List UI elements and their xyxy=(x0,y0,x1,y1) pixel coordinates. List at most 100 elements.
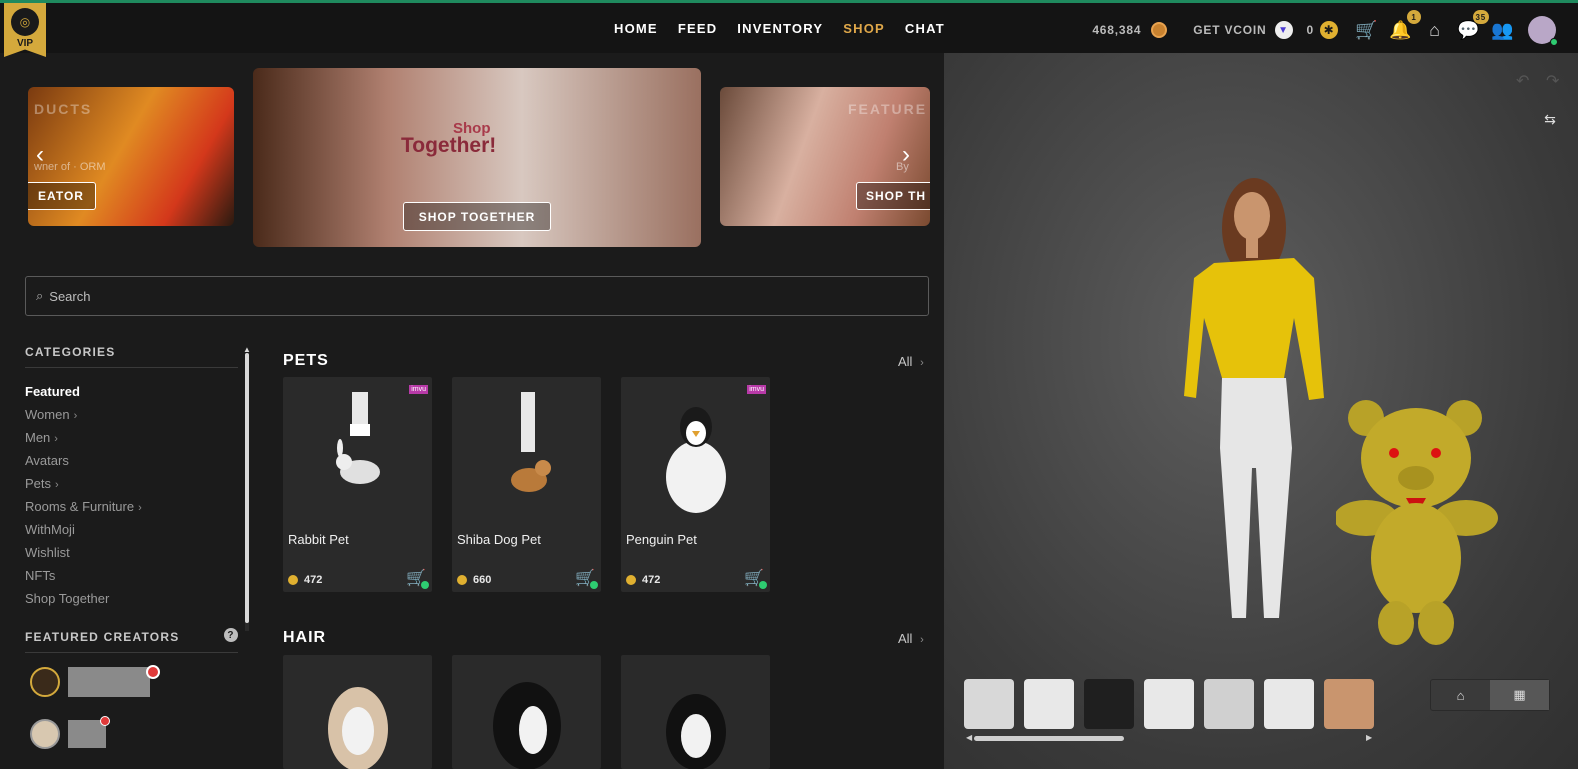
thumbs-scroll-left-icon[interactable]: ◀ xyxy=(966,733,972,742)
product-card[interactable] xyxy=(621,655,770,769)
hanger-icon[interactable]: ⌂ xyxy=(1431,680,1490,710)
worn-item-thumbnail[interactable] xyxy=(1084,679,1134,729)
banner-right[interactable]: FEATURE By SHOP TH xyxy=(720,87,930,226)
category-nfts[interactable]: NFTs xyxy=(25,564,240,587)
pets-all-link[interactable]: All › xyxy=(898,354,924,369)
undo-icon[interactable]: ↶ xyxy=(1516,71,1529,91)
banner-left-button[interactable]: EATOR xyxy=(28,182,96,210)
featured-creators-label: FEATURED CREATORS xyxy=(25,630,180,644)
worn-item-thumbnail[interactable] xyxy=(1324,679,1374,729)
penguin-pet-thumbnail xyxy=(621,377,770,527)
hair-section-title: HAIR xyxy=(283,629,327,646)
categories-sidebar: CATEGORIES Featured Women › Men › Avatars … xyxy=(25,345,240,749)
creator-avatar[interactable] xyxy=(30,667,60,697)
category-wishlist[interactable]: Wishlist xyxy=(25,541,240,564)
teddy-bear-pet[interactable] xyxy=(1336,398,1501,648)
hair-all-link[interactable]: All › xyxy=(898,631,924,646)
imvu-plus-badge: imvu xyxy=(747,385,766,394)
user-avatar[interactable] xyxy=(1528,16,1558,46)
plus-badge xyxy=(590,581,598,589)
carousel-prev-icon[interactable]: ‹ xyxy=(36,141,44,169)
sidebar-scrollbar[interactable] xyxy=(245,353,249,631)
banner-right-title: FEATURE xyxy=(848,101,928,117)
nav-shop[interactable]: SHOP xyxy=(843,21,885,36)
help-icon[interactable]: ? xyxy=(224,628,238,642)
imvu-logo-icon: ◎ xyxy=(11,8,39,36)
category-label: Men xyxy=(25,430,51,445)
thumbs-scroll-right-icon[interactable]: ▶ xyxy=(1366,733,1372,742)
creator-avatar[interactable] xyxy=(30,719,60,749)
creator-badge-icon xyxy=(100,716,110,726)
nav-home[interactable]: HOME xyxy=(614,21,658,36)
worn-item-thumbnail[interactable] xyxy=(1144,679,1194,729)
credit-coin-icon[interactable] xyxy=(1151,22,1168,38)
sidebar-scroll-thumb[interactable] xyxy=(245,353,249,623)
worn-item-thumbnail[interactable] xyxy=(1264,679,1314,729)
creator-row[interactable] xyxy=(25,716,240,749)
add-to-cart-icon[interactable]: 🛒 xyxy=(744,568,767,589)
get-vcoin-link[interactable]: GET VCOIN xyxy=(1193,23,1266,37)
product-card[interactable] xyxy=(283,655,432,769)
main-nav: HOME FEED INVENTORY SHOP CHAT xyxy=(614,21,945,36)
banner-right-button[interactable]: SHOP TH xyxy=(856,182,930,210)
add-to-cart-icon[interactable]: 🛒 xyxy=(406,568,429,589)
category-women[interactable]: Women › xyxy=(25,403,240,426)
category-withmoji[interactable]: WithMoji xyxy=(25,518,240,541)
all-link-label: All xyxy=(898,631,913,646)
worn-item-thumbnail[interactable] xyxy=(964,679,1014,729)
category-avatars[interactable]: Avatars xyxy=(25,449,240,472)
search-input[interactable] xyxy=(49,288,910,304)
star-coin-icon[interactable]: ✱ xyxy=(1320,21,1338,39)
category-label: Pets xyxy=(25,476,52,491)
messages-badge: 35 xyxy=(1472,10,1489,24)
category-pets[interactable]: Pets › xyxy=(25,472,240,495)
price-value: 660 xyxy=(473,574,492,586)
category-rooms-furniture[interactable]: Rooms & Furniture › xyxy=(25,495,240,518)
worn-item-thumbnail[interactable] xyxy=(1204,679,1254,729)
hair-thumbnail xyxy=(621,655,770,769)
banner-left-title: DUCTS xyxy=(34,101,93,117)
shop-together-button[interactable]: SHOP TOGETHER xyxy=(403,202,551,231)
categories-title: CATEGORIES xyxy=(25,345,116,359)
credits-balance: 468,384 xyxy=(1092,23,1142,37)
banner-left[interactable]: DUCTS wner of · ORM EATOR xyxy=(28,87,234,226)
banner-shop-together[interactable]: Shop Together! SHOP TOGETHER xyxy=(253,68,701,247)
nav-chat[interactable]: CHAT xyxy=(905,21,945,36)
vip-label: VIP xyxy=(16,38,34,49)
product-price: 472 xyxy=(288,574,322,586)
bell-icon[interactable]: 🔔 1 xyxy=(1389,10,1421,42)
friends-icon[interactable]: 👥 xyxy=(1491,18,1515,42)
product-card[interactable]: Shiba Dog Pet 660 🛒 xyxy=(452,377,601,592)
vcoin-icon[interactable]: ▼ xyxy=(1274,21,1293,39)
home-icon[interactable]: ⌂ xyxy=(1423,18,1447,42)
product-card[interactable]: imvu Penguin Pet 472 🛒 xyxy=(621,377,770,592)
avatar-model[interactable] xyxy=(1174,168,1344,628)
nav-inventory[interactable]: INVENTORY xyxy=(737,21,823,36)
thumbs-scrollbar[interactable] xyxy=(974,736,1124,741)
shop-pane: DUCTS wner of · ORM EATOR Shop Together!… xyxy=(0,53,944,769)
chevron-right-icon: › xyxy=(73,410,78,422)
price-value: 472 xyxy=(642,574,661,586)
product-card[interactable]: imvu Rabbit Pet 472 🛒 xyxy=(283,377,432,592)
wardrobe-icon[interactable]: ▦ xyxy=(1490,680,1549,710)
swap-outfit-icon[interactable]: ⇆ xyxy=(1540,109,1560,129)
worn-item-thumbnail[interactable] xyxy=(1024,679,1074,729)
hair-thumbnail xyxy=(452,655,601,769)
shiba-dog-pet-thumbnail xyxy=(452,377,601,527)
category-label: Wishlist xyxy=(25,545,70,560)
category-men[interactable]: Men › xyxy=(25,426,240,449)
category-featured[interactable]: Featured xyxy=(25,380,240,403)
top-navbar: HOME FEED INVENTORY SHOP CHAT 468,384 GE… xyxy=(0,3,1578,53)
plus-badge xyxy=(421,581,429,589)
category-shop-together[interactable]: Shop Together xyxy=(25,587,240,610)
chevron-right-icon: › xyxy=(54,433,58,445)
redo-icon[interactable]: ↷ xyxy=(1546,71,1559,91)
creator-row[interactable] xyxy=(25,665,240,697)
chat-icon[interactable]: 💬 35 xyxy=(1457,10,1489,42)
vip-badge[interactable]: ◎ VIP xyxy=(4,3,46,57)
add-to-cart-icon[interactable]: 🛒 xyxy=(575,568,598,589)
product-card[interactable] xyxy=(452,655,601,769)
nav-feed[interactable]: FEED xyxy=(678,21,717,36)
carousel-next-icon[interactable]: › xyxy=(902,141,910,169)
cart-icon[interactable]: 🛒 xyxy=(1355,18,1379,42)
